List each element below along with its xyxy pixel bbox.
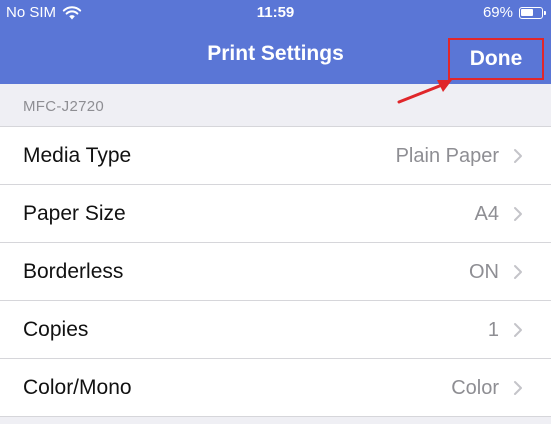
battery-fill [521,8,534,16]
status-time: 11:59 [256,4,295,21]
chevron-right-icon [514,265,522,279]
row-color-mono[interactable]: Color/Mono Color [0,359,551,417]
row-copies[interactable]: Copies 1 [0,301,551,359]
chevron-right-icon [514,149,522,163]
row-paper-size[interactable]: Paper Size A4 [0,185,551,243]
battery-icon [519,6,546,19]
annotation-arrow-icon [397,80,452,104]
row-value: 1 [487,318,499,341]
status-bar: No SIM 11:59 69% [0,0,551,26]
chevron-right-icon [514,207,522,221]
row-value: ON [469,260,499,283]
printer-name-header: MFC-J2720 [23,98,105,115]
row-media-type[interactable]: Media Type Plain Paper [0,127,551,185]
row-label: Media Type [23,144,132,167]
row-label: Borderless [23,260,124,283]
row-label: Color/Mono [23,376,132,399]
done-button[interactable]: Done [448,38,544,80]
chevron-right-icon [514,381,522,395]
battery-percent: 69% [482,4,513,21]
row-label: Paper Size [23,202,126,225]
row-value: Plain Paper [395,144,499,167]
row-value: Color [451,376,499,399]
chevron-right-icon [514,323,522,337]
row-label: Copies [23,318,89,341]
status-right: 69% [482,4,546,21]
row-value: A4 [474,202,499,225]
settings-list: Media Type Plain Paper Paper Size A4 Bor… [0,126,551,417]
row-borderless[interactable]: Borderless ON [0,243,551,301]
nav-header: No SIM 11:59 69% Print Settings Done [0,0,551,84]
